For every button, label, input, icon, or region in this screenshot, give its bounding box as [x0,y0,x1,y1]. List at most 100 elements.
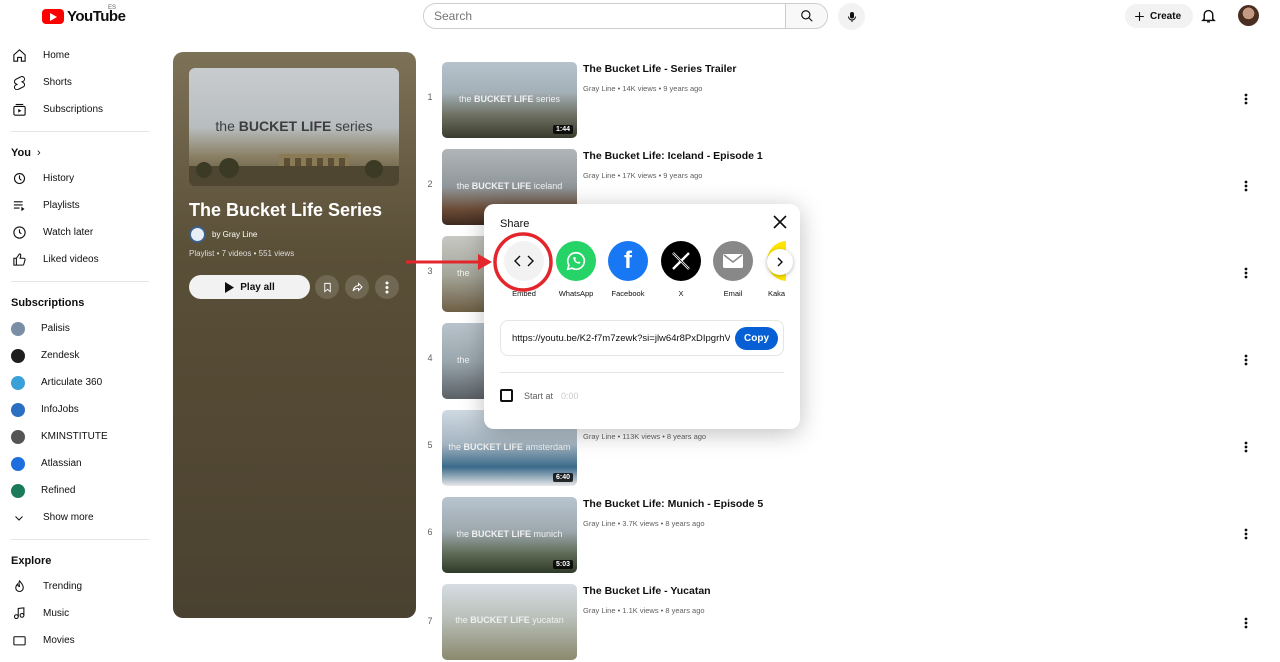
movies-icon [11,633,27,649]
save-playlist-button[interactable] [315,275,339,299]
video-title[interactable]: The Bucket Life - Series Trailer [583,63,736,75]
share-target-label: Facebook [611,289,645,298]
divider [11,539,149,540]
more-vertical-icon [1244,93,1248,105]
create-button[interactable]: Create [1125,4,1194,28]
playlist-owner[interactable]: by Gray Line [189,226,257,243]
whatsapp-icon [566,251,586,271]
share-x[interactable]: X [655,241,707,298]
channel-avatar [11,348,25,363]
explore-section-title: Explore [11,554,52,567]
share-x-circle [661,241,701,281]
share-facebook-circle: f [608,241,648,281]
share-next-button[interactable] [767,249,793,275]
sidebar-item-home[interactable]: Home [0,42,160,69]
share-whatsapp-circle [556,241,596,281]
more-actions-button[interactable] [375,275,399,299]
sidebar-item-label: Shorts [43,77,72,88]
trending-icon [11,579,27,595]
play-all-button[interactable]: Play all [189,275,310,299]
logo-text: YouTube [67,8,126,25]
share-email[interactable]: Email [707,241,759,298]
close-button[interactable] [772,214,788,230]
share-email-circle [713,241,753,281]
sidebar-sub-infojobs[interactable]: InfoJobs [0,396,160,423]
video-row-6[interactable]: 6 the BUCKET LIFE munich 5:03 The Bucket… [420,497,1260,575]
video-menu-button[interactable] [1244,440,1248,458]
share-target-label: Embed [512,289,536,298]
notifications-button[interactable] [1200,7,1217,29]
bell-icon [1201,9,1216,23]
owner-name: by Gray Line [212,230,258,239]
create-label: Create [1150,10,1182,22]
sidebar-item-history[interactable]: History [0,165,160,192]
sidebar-sub-zendesk[interactable]: Zendesk [0,342,160,369]
video-duration: 5:03 [552,560,573,569]
sidebar-item-label: Playlists [43,200,80,211]
user-avatar[interactable] [1238,5,1259,26]
share-embed[interactable]: Embed [498,241,550,298]
search-input[interactable] [424,4,785,28]
sidebar-item-subscriptions[interactable]: Subscriptions [0,96,160,123]
thumbnail-caption: the BUCKET LIFE yucatan [455,615,564,625]
video-menu-button[interactable] [1244,527,1248,545]
start-time-input[interactable]: 0:00 [561,391,579,401]
share-url-field[interactable]: https://youtu.be/K2-f7m7zewk?si=jlw64r8P… [500,320,784,356]
search-button[interactable] [785,4,827,28]
sidebar-sub-palisis[interactable]: Palisis [0,315,160,342]
sidebar-item-watch-later[interactable]: Watch later [0,219,160,246]
sidebar-item-playlists[interactable]: Playlists [0,192,160,219]
close-icon [773,215,787,229]
video-index: 5 [427,440,433,450]
sidebar-sub-kminstitute[interactable]: KMINSTITUTE [0,423,160,450]
you-section-title[interactable]: You › [0,140,160,165]
share-playlist-button[interactable] [345,275,369,299]
sidebar-item-music[interactable]: Music [0,600,160,627]
plus-icon [1135,11,1144,21]
sidebar-item-trending[interactable]: Trending [0,573,160,600]
video-row-7[interactable]: 7 the BUCKET LIFE yucatan The Bucket Lif… [420,584,1260,662]
play-all-label: Play all [240,281,275,293]
divider [11,131,149,132]
video-menu-button[interactable] [1244,353,1248,371]
voice-search-button[interactable] [838,3,865,30]
playlist-thumbnail[interactable]: the BUCKET LIFE series [189,68,399,186]
sidebar-item-label: History [43,173,75,184]
chevron-right-icon [777,257,783,267]
video-thumbnail[interactable]: the BUCKET LIFE series 1:44 [442,62,577,138]
share-url[interactable]: https://youtu.be/K2-f7m7zewk?si=jlw64r8P… [512,333,730,344]
video-menu-button[interactable] [1244,92,1248,110]
sidebar-show-more[interactable]: Show more [0,504,160,531]
sidebar-item-movies[interactable]: Movies [0,627,160,654]
play-icon [225,281,235,293]
video-title[interactable]: The Bucket Life - Yucatan [583,585,711,597]
channel-avatar [11,321,25,336]
sidebar-item-liked-videos[interactable]: Liked videos [0,246,160,273]
video-thumbnail[interactable]: the BUCKET LIFE yucatan [442,584,577,660]
sidebar-sub-refined[interactable]: Refined [0,477,160,504]
share-whatsapp[interactable]: WhatsApp [550,241,602,298]
video-menu-button[interactable] [1244,616,1248,634]
sidebar-sub-atlassian[interactable]: Atlassian [0,450,160,477]
video-menu-button[interactable] [1244,266,1248,284]
video-thumbnail[interactable]: the BUCKET LIFE munich 5:03 [442,497,577,573]
sidebar-item-shorts[interactable]: Shorts [0,69,160,96]
video-row-1[interactable]: 1 the BUCKET LIFE series 1:44 The Bucket… [420,62,1260,140]
video-title[interactable]: The Bucket Life: Munich - Episode 5 [583,498,763,510]
share-dialog-title: Share [500,218,530,230]
channel-avatar [11,429,25,444]
facebook-icon: f [624,247,632,274]
copy-button[interactable]: Copy [735,327,778,350]
start-at-checkbox[interactable] [500,389,513,402]
share-facebook[interactable]: f Facebook [602,241,654,298]
video-title[interactable]: The Bucket Life: Iceland - Episode 1 [583,150,763,162]
sidebar-sub-articulate[interactable]: Articulate 360 [0,369,160,396]
sidebar-item-label: Subscriptions [43,104,104,115]
thumbnail-caption: the BUCKET LIFE amsterdam [448,442,571,452]
x-icon [672,252,690,270]
channel-avatar [11,402,25,417]
video-menu-button[interactable] [1244,179,1248,197]
email-icon [723,254,743,268]
history-icon [11,171,27,187]
video-index: 3 [427,266,433,276]
